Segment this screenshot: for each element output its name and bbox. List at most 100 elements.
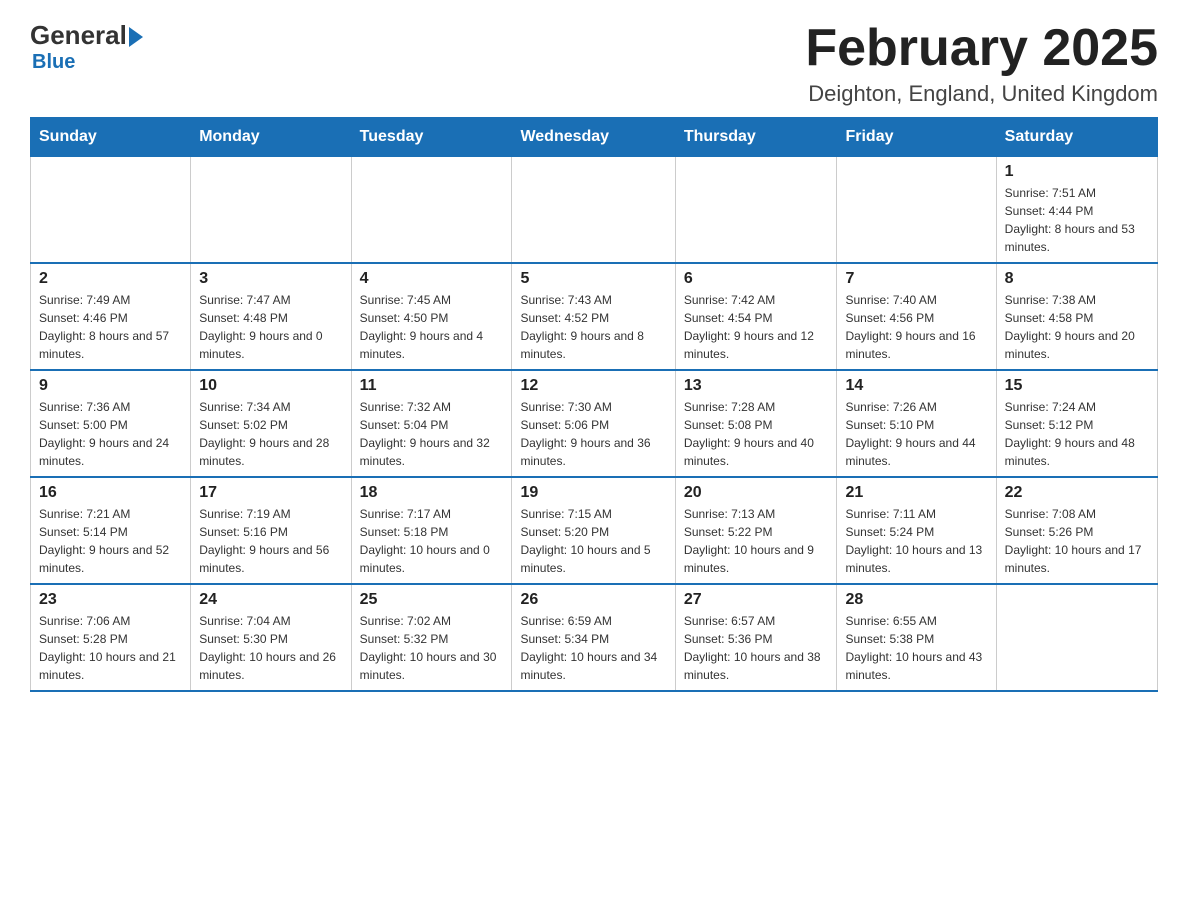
day-info: Sunrise: 7:13 AM Sunset: 5:22 PM Dayligh… [684,505,829,577]
day-number: 23 [39,591,182,609]
day-number: 25 [360,591,504,609]
day-number: 28 [845,591,987,609]
day-info: Sunrise: 7:15 AM Sunset: 5:20 PM Dayligh… [520,505,666,577]
calendar-cell: 22Sunrise: 7:08 AM Sunset: 5:26 PM Dayli… [996,477,1157,584]
calendar-cell: 15 Sunrise: 7:24 AM Sunset: 5:12 PM Dayli… [996,370,1157,477]
header-wednesday: Wednesday [512,118,675,157]
day-number: 21 [845,484,987,502]
calendar-cell: 23 Sunrise: 7:06 AM Sunset: 5:28 PM Dayli… [31,584,191,691]
calendar-title: February 2025 [805,20,1158,77]
calendar-cell: 10 Sunrise: 7:34 AM Sunset: 5:02 PM Dayli… [191,370,351,477]
day-info: Sunrise: 6:59 AM Sunset: 5:34 PM Dayligh… [520,612,666,684]
day-number: 19 [520,484,666,502]
day-info: Sunrise: 7:11 AM Sunset: 5:24 PM Dayligh… [845,505,987,577]
day-info: Sunrise: 6:55 AM Sunset: 5:38 PM Dayligh… [845,612,987,684]
day-number: 27 [684,591,829,609]
logo-blue: Blue [32,51,75,74]
day-number: 1 [1005,163,1149,181]
page-header: General Blue February 2025 Deighton, Eng… [30,20,1158,107]
calendar-cell [191,157,351,264]
day-number: 9 [39,377,182,395]
day-info: Sunrise: 7:02 AM Sunset: 5:32 PM Dayligh… [360,612,504,684]
day-number: 15 [1005,377,1149,395]
day-info: Sunrise: 7:49 AM Sunset: 4:46 PM Dayligh… [39,291,182,363]
day-number: 10 [199,377,342,395]
calendar-cell: 25 Sunrise: 7:02 AM Sunset: 5:32 PM Dayli… [351,584,512,691]
calendar-header: Sunday Monday Tuesday Wednesday Thursday… [31,118,1158,157]
day-number: 5 [520,270,666,288]
calendar-cell [351,157,512,264]
day-number: 7 [845,270,987,288]
day-info: Sunrise: 7:38 AM Sunset: 4:58 PM Dayligh… [1005,291,1149,363]
logo-text: General [30,20,143,51]
calendar-cell [837,157,996,264]
day-info: Sunrise: 7:40 AM Sunset: 4:56 PM Dayligh… [845,291,987,363]
calendar-cell: 2 Sunrise: 7:49 AM Sunset: 4:46 PM Daylig… [31,263,191,370]
day-info: Sunrise: 7:43 AM Sunset: 4:52 PM Dayligh… [520,291,666,363]
calendar-table: Sunday Monday Tuesday Wednesday Thursday… [30,117,1158,692]
header-thursday: Thursday [675,118,837,157]
calendar-cell: 11 Sunrise: 7:32 AM Sunset: 5:04 PM Dayli… [351,370,512,477]
week-row-1: 1 Sunrise: 7:51 AM Sunset: 4:44 PM Daylig… [31,157,1158,264]
header-friday: Friday [837,118,996,157]
calendar-cell: 6Sunrise: 7:42 AM Sunset: 4:54 PM Daylig… [675,263,837,370]
calendar-cell: 3 Sunrise: 7:47 AM Sunset: 4:48 PM Daylig… [191,263,351,370]
calendar-cell: 4Sunrise: 7:45 AM Sunset: 4:50 PM Daylig… [351,263,512,370]
calendar-cell [675,157,837,264]
calendar-cell: 8 Sunrise: 7:38 AM Sunset: 4:58 PM Daylig… [996,263,1157,370]
week-row-5: 23 Sunrise: 7:06 AM Sunset: 5:28 PM Dayli… [31,584,1158,691]
day-info: Sunrise: 7:08 AM Sunset: 5:26 PM Dayligh… [1005,505,1149,577]
calendar-cell: 18 Sunrise: 7:17 AM Sunset: 5:18 PM Dayli… [351,477,512,584]
day-number: 2 [39,270,182,288]
day-number: 8 [1005,270,1149,288]
day-headers-row: Sunday Monday Tuesday Wednesday Thursday… [31,118,1158,157]
header-sunday: Sunday [31,118,191,157]
day-info: Sunrise: 7:21 AM Sunset: 5:14 PM Dayligh… [39,505,182,577]
day-info: Sunrise: 7:36 AM Sunset: 5:00 PM Dayligh… [39,398,182,470]
logo: General Blue [30,20,143,74]
week-row-3: 9 Sunrise: 7:36 AM Sunset: 5:00 PM Daylig… [31,370,1158,477]
calendar-cell: 26 Sunrise: 6:59 AM Sunset: 5:34 PM Dayli… [512,584,675,691]
calendar-cell: 12Sunrise: 7:30 AM Sunset: 5:06 PM Dayli… [512,370,675,477]
calendar-cell [31,157,191,264]
day-info: Sunrise: 7:24 AM Sunset: 5:12 PM Dayligh… [1005,398,1149,470]
calendar-cell: 20Sunrise: 7:13 AM Sunset: 5:22 PM Dayli… [675,477,837,584]
day-info: Sunrise: 7:28 AM Sunset: 5:08 PM Dayligh… [684,398,829,470]
day-number: 24 [199,591,342,609]
calendar-cell: 16 Sunrise: 7:21 AM Sunset: 5:14 PM Dayli… [31,477,191,584]
day-info: Sunrise: 7:30 AM Sunset: 5:06 PM Dayligh… [520,398,666,470]
calendar-cell: 28 Sunrise: 6:55 AM Sunset: 5:38 PM Dayli… [837,584,996,691]
calendar-cell: 21 Sunrise: 7:11 AM Sunset: 5:24 PM Dayli… [837,477,996,584]
logo-arrow-icon [129,27,143,47]
day-info: Sunrise: 7:42 AM Sunset: 4:54 PM Dayligh… [684,291,829,363]
header-monday: Monday [191,118,351,157]
header-saturday: Saturday [996,118,1157,157]
calendar-cell: 14Sunrise: 7:26 AM Sunset: 5:10 PM Dayli… [837,370,996,477]
calendar-cell [512,157,675,264]
day-number: 3 [199,270,342,288]
day-number: 11 [360,377,504,395]
day-info: Sunrise: 7:32 AM Sunset: 5:04 PM Dayligh… [360,398,504,470]
day-info: Sunrise: 7:51 AM Sunset: 4:44 PM Dayligh… [1005,184,1149,256]
calendar-cell: 13Sunrise: 7:28 AM Sunset: 5:08 PM Dayli… [675,370,837,477]
calendar-cell: 19 Sunrise: 7:15 AM Sunset: 5:20 PM Dayli… [512,477,675,584]
title-block: February 2025 Deighton, England, United … [805,20,1158,107]
day-info: Sunrise: 7:19 AM Sunset: 5:16 PM Dayligh… [199,505,342,577]
calendar-cell: 17Sunrise: 7:19 AM Sunset: 5:16 PM Dayli… [191,477,351,584]
day-info: Sunrise: 6:57 AM Sunset: 5:36 PM Dayligh… [684,612,829,684]
week-row-2: 2 Sunrise: 7:49 AM Sunset: 4:46 PM Daylig… [31,263,1158,370]
day-number: 26 [520,591,666,609]
day-info: Sunrise: 7:06 AM Sunset: 5:28 PM Dayligh… [39,612,182,684]
calendar-body: 1 Sunrise: 7:51 AM Sunset: 4:44 PM Daylig… [31,157,1158,692]
logo-general: General [30,20,127,51]
day-info: Sunrise: 7:34 AM Sunset: 5:02 PM Dayligh… [199,398,342,470]
day-info: Sunrise: 7:47 AM Sunset: 4:48 PM Dayligh… [199,291,342,363]
day-info: Sunrise: 7:17 AM Sunset: 5:18 PM Dayligh… [360,505,504,577]
calendar-cell: 24 Sunrise: 7:04 AM Sunset: 5:30 PM Dayli… [191,584,351,691]
day-number: 14 [845,377,987,395]
day-info: Sunrise: 7:04 AM Sunset: 5:30 PM Dayligh… [199,612,342,684]
day-number: 16 [39,484,182,502]
header-tuesday: Tuesday [351,118,512,157]
day-number: 18 [360,484,504,502]
calendar-cell: 7 Sunrise: 7:40 AM Sunset: 4:56 PM Daylig… [837,263,996,370]
